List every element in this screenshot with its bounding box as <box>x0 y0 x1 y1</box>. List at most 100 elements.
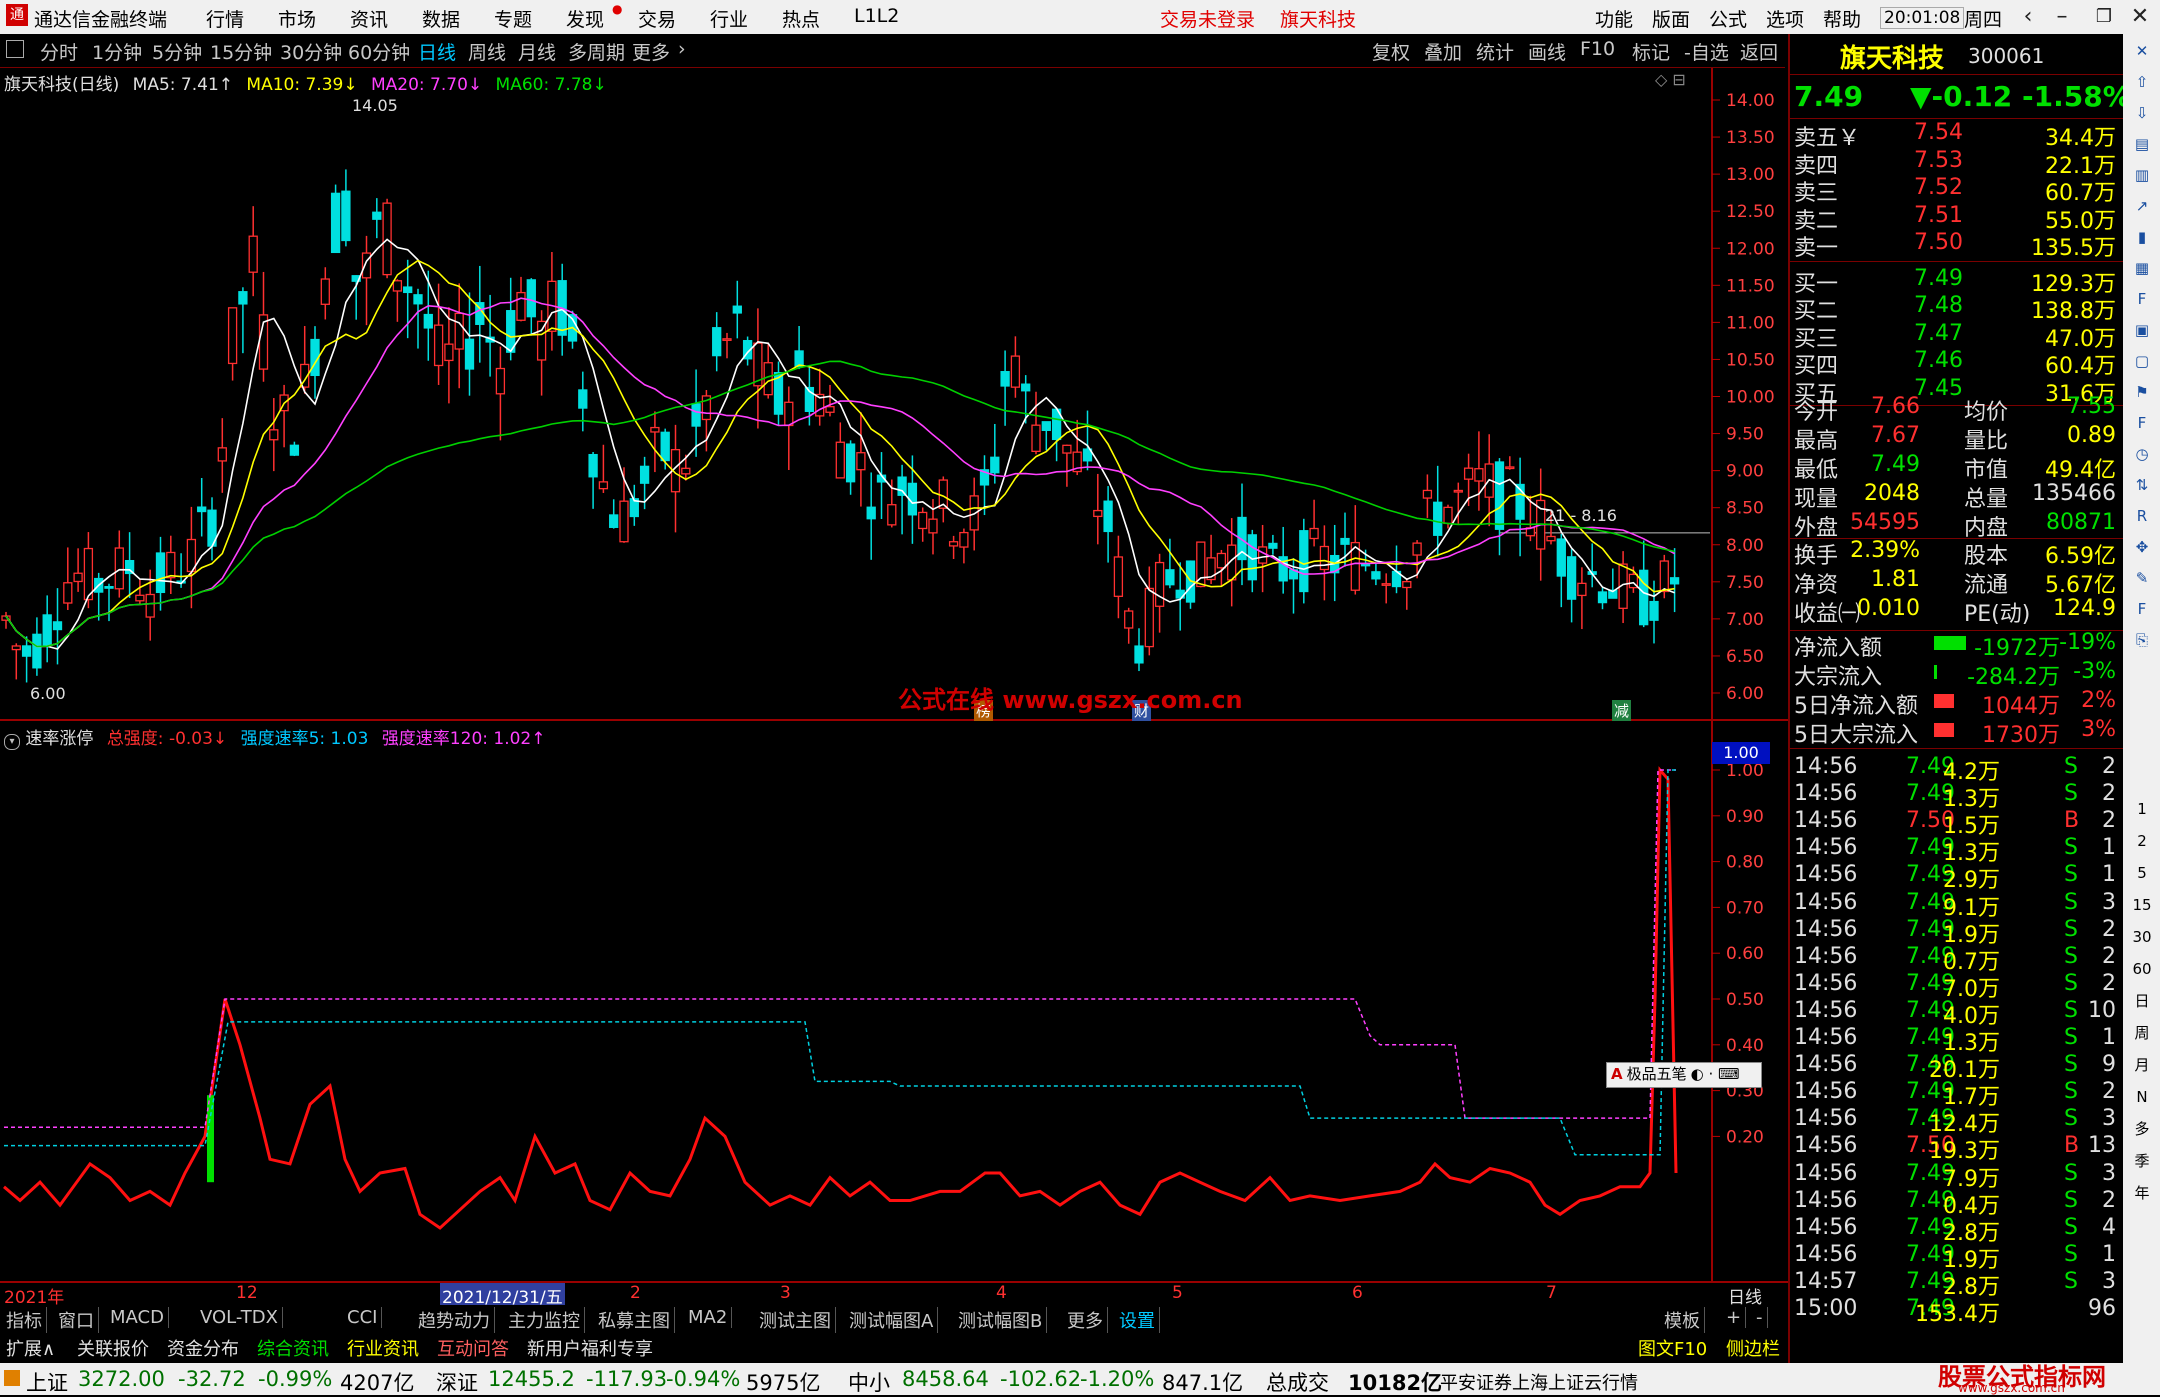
tab-1min[interactable]: 1分钟 <box>92 38 142 65</box>
indicator-tab[interactable]: 主力监控 <box>504 1307 585 1333</box>
menu-xuanxiang[interactable]: 选项 <box>1766 5 1804 32</box>
period-shortcut[interactable]: 月 <box>2129 1052 2155 1078</box>
move-icon[interactable]: ✥ <box>2129 534 2155 560</box>
tab-30min[interactable]: 30分钟 <box>280 38 342 65</box>
tick-list[interactable]: 14:56 7.49 4.2万 S 2 14:56 7.49 1.3万 S 2 14:56 7.50 1… <box>1790 754 2125 1354</box>
panel-tab[interactable]: 图文F10 <box>1634 1335 1711 1361</box>
book-row[interactable]: 卖三 7.52 60.7万 <box>1794 175 2120 206</box>
period-shortcut[interactable]: 30 <box>2129 924 2155 950</box>
indicator-tab[interactable]: 测试幅图B <box>954 1307 1048 1333</box>
tool-f10[interactable]: F10 <box>1580 38 1615 60</box>
menu-bangzhu[interactable]: 帮助 <box>1823 5 1861 32</box>
menu-zhuanti[interactable]: 专题 <box>494 5 532 32</box>
indicator-tab[interactable]: MA2 <box>684 1307 733 1328</box>
page-icon[interactable]: ▣ <box>2129 317 2155 343</box>
period-shortcut[interactable]: 60 <box>2129 956 2155 982</box>
menu-hangqing[interactable]: 行情 <box>206 5 244 32</box>
tool-biaoji[interactable]: 标记 <box>1632 38 1670 65</box>
share-icon[interactable]: ⎘ <box>2129 627 2155 653</box>
tool-tongji[interactable]: 统计 <box>1476 38 1514 65</box>
period-shortcut[interactable]: 多 <box>2129 1116 2155 1142</box>
menu-jiaoyi[interactable]: 交易 <box>638 5 676 32</box>
tab-15min[interactable]: 15分钟 <box>210 38 272 65</box>
f10-icon[interactable]: F <box>2129 286 2155 312</box>
tool-fuquan[interactable]: 复权 <box>1372 38 1410 65</box>
x-icon[interactable]: ✕ <box>2129 38 2155 64</box>
list-icon[interactable]: ▥ <box>2129 162 2155 188</box>
indicator-tab[interactable]: 更多 <box>1063 1307 1108 1333</box>
tab-more[interactable]: 更多 <box>632 38 670 65</box>
indicator-tab[interactable]: 指标 <box>2 1307 47 1333</box>
tick-row[interactable]: 14:56 7.49 0.7万 S 2 <box>1794 944 2120 975</box>
book-row[interactable]: 买一 7.49 129.3万 <box>1794 266 2120 297</box>
tick-row[interactable]: 14:56 7.49 2.9万 S 1 <box>1794 862 2120 893</box>
tool-fanhui[interactable]: 返回 <box>1740 38 1778 65</box>
template-tab[interactable]: - <box>1752 1307 1768 1328</box>
tick-row[interactable]: 14:56 7.49 2.8万 S 4 <box>1794 1215 2120 1246</box>
fs2-icon[interactable]: F <box>2129 596 2155 622</box>
tab-fenshi[interactable]: 分时 <box>40 38 78 65</box>
extension-tab[interactable]: 资金分布 <box>163 1335 243 1361</box>
ime-toolbar[interactable]: A 极品五笔 ◐ · ⌨ <box>1606 1062 1762 1088</box>
extension-tab[interactable]: 扩展∧ <box>2 1335 59 1361</box>
tick-row[interactable]: 14:56 7.49 1.3万 S 2 <box>1794 781 2120 812</box>
extension-tab[interactable]: 行业资讯 <box>343 1335 423 1361</box>
tick-row[interactable]: 14:56 7.49 1.7万 S 2 <box>1794 1079 2120 1110</box>
tick-row[interactable]: 14:56 7.49 0.4万 S 2 <box>1794 1188 2120 1219</box>
extension-tab[interactable]: 综合资讯 <box>253 1335 333 1361</box>
extension-tab[interactable]: 互动问答 <box>433 1335 513 1361</box>
period-shortcut[interactable]: 2 <box>2129 828 2155 854</box>
tab-monthly[interactable]: 月线 <box>518 38 556 65</box>
menu-shuju[interactable]: 数据 <box>422 5 460 32</box>
tick-row[interactable]: 14:56 7.50 1.5万 B 2 <box>1794 808 2120 839</box>
period-shortcut[interactable]: 5 <box>2129 860 2155 886</box>
book-row[interactable]: 买四 7.46 60.4万 <box>1794 348 2120 379</box>
period-shortcut[interactable]: 周 <box>2129 1020 2155 1046</box>
tick-row[interactable]: 14:56 7.49 20.1万 S 9 <box>1794 1052 2120 1083</box>
chart-icon[interactable]: ↗ <box>2129 193 2155 219</box>
trade-status[interactable]: 交易未登录 <box>1160 5 1255 32</box>
sort-icon[interactable]: ⇅ <box>2129 472 2155 498</box>
tab-5min[interactable]: 5分钟 <box>152 38 202 65</box>
minimize-icon[interactable]: – <box>2044 3 2080 31</box>
panel-toggle-icon[interactable] <box>6 40 24 58</box>
menu-faxian[interactable]: 发现 <box>566 5 604 32</box>
tick-row[interactable]: 14:56 7.49 1.9万 S 1 <box>1794 1242 2120 1273</box>
tick-row[interactable]: 14:56 7.50 19.3万 B 13 <box>1794 1133 2120 1164</box>
tick-row[interactable]: 14:57 7.49 2.8万 S 3 <box>1794 1269 2120 1300</box>
indicator-tab[interactable]: MACD <box>106 1307 169 1328</box>
bar-icon[interactable]: ▮ <box>2129 224 2155 250</box>
up-icon[interactable]: ⇧ <box>2129 69 2155 95</box>
table-icon[interactable]: ▤ <box>2129 131 2155 157</box>
menu-l1l2[interactable]: L1L2 <box>854 5 899 27</box>
template-tab[interactable]: 模板 <box>1660 1307 1705 1333</box>
tab-daily[interactable]: 日线 <box>418 38 456 65</box>
indicator-tab[interactable]: CCI <box>343 1307 383 1328</box>
tick-row[interactable]: 14:56 7.49 7.0万 S 2 <box>1794 971 2120 1002</box>
menu-banmian[interactable]: 版面 <box>1652 5 1690 32</box>
dropdown-icon[interactable]: ▾ <box>4 734 20 750</box>
tick-row[interactable]: 14:56 7.49 1.9万 S 2 <box>1794 917 2120 948</box>
restore-icon[interactable]: ❐ <box>2086 3 2122 31</box>
tick-row[interactable]: 14:56 7.49 9.1万 S 3 <box>1794 890 2120 921</box>
period-shortcut[interactable]: 日 <box>2129 988 2155 1014</box>
grid-icon[interactable]: ▦ <box>2129 255 2155 281</box>
sz-label[interactable]: 深证 <box>436 1367 478 1397</box>
pen-icon[interactable]: ✎ <box>2129 565 2155 591</box>
menu-redian[interactable]: 热点 <box>782 5 820 32</box>
clock-icon[interactable]: ◷ <box>2129 441 2155 467</box>
kline-chart[interactable]: 14.00 13.50 13.00 12.50 12.00 11.50 11.00 10.50… <box>0 68 1788 1305</box>
fs-icon[interactable]: F <box>2129 410 2155 436</box>
indicator-tab[interactable]: 私募主图 <box>594 1307 675 1333</box>
period-shortcut[interactable]: 年 <box>2129 1180 2155 1206</box>
period-shortcut[interactable]: 15 <box>2129 892 2155 918</box>
tick-row[interactable]: 14:56 7.49 1.3万 S 1 <box>1794 835 2120 866</box>
tick-row[interactable]: 14:56 7.49 12.4万 S 3 <box>1794 1106 2120 1137</box>
tick-row[interactable]: 14:56 7.49 7.9万 S 3 <box>1794 1161 2120 1192</box>
tick-row[interactable]: 14:56 7.49 1.3万 S 1 <box>1794 1025 2120 1056</box>
book-row[interactable]: 买三 7.47 47.0万 <box>1794 321 2120 352</box>
period-shortcut[interactable]: 季 <box>2129 1148 2155 1174</box>
tab-multi-period[interactable]: 多周期 <box>568 38 625 65</box>
menu-zixun[interactable]: 资讯 <box>350 5 388 32</box>
chevron-right-icon[interactable]: › <box>678 38 686 60</box>
